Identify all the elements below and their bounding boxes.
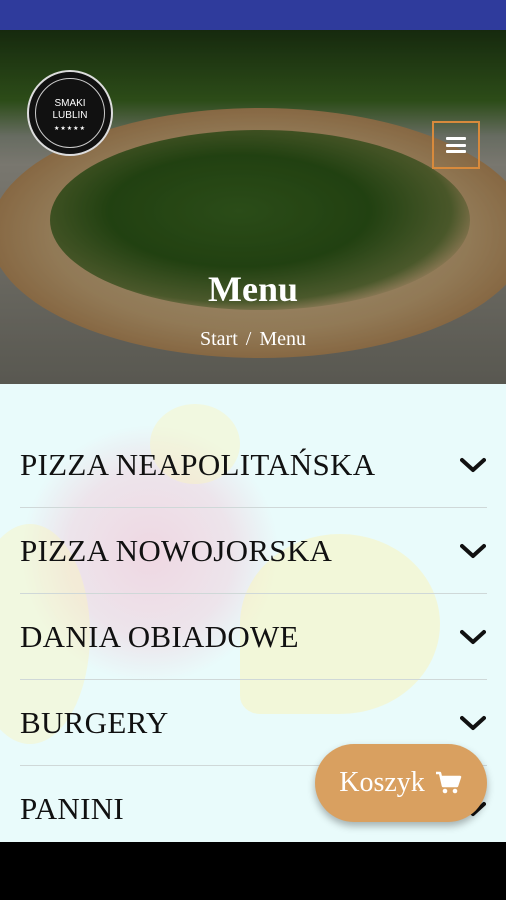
logo-line2: LUBLIN: [52, 110, 88, 121]
hero-banner: SMAKI LUBLIN ★★★★★ Menu Start / Menu: [0, 30, 506, 384]
logo-line1: SMAKI: [54, 98, 86, 109]
menu-category-label: PIZZA NOWOJORSKA: [20, 532, 333, 568]
status-bar: [0, 0, 506, 30]
system-navigation-bar: [0, 842, 506, 900]
logo-stars: ★★★★★: [54, 126, 86, 132]
hamburger-icon: [446, 137, 466, 153]
cart-label: Koszyk: [339, 767, 425, 798]
menu-category-label: PANINI: [20, 791, 125, 826]
chevron-down-icon: [459, 713, 487, 733]
breadcrumb-home-link[interactable]: Start: [200, 328, 238, 350]
menu-category-dania-obiadowe[interactable]: DANIA OBIADOWE: [20, 594, 487, 680]
menu-category-label: BURGERY: [20, 704, 169, 740]
cart-button[interactable]: Koszyk: [315, 744, 487, 822]
menu-category-pizza-nowojorska[interactable]: PIZZA NOWOJORSKA: [20, 508, 487, 594]
breadcrumb-current: Menu: [259, 328, 306, 350]
menu-category-pizza-neapolitanska[interactable]: PIZZA NEAPOLITAŃSKA: [20, 422, 487, 508]
menu-category-label: DANIA OBIADOWE: [20, 618, 299, 654]
breadcrumb-separator: /: [245, 328, 252, 350]
menu-category-label: PIZZA NEAPOLITAŃSKA: [20, 446, 376, 482]
cart-icon: [435, 771, 463, 795]
chevron-down-icon: [459, 627, 487, 647]
logo[interactable]: SMAKI LUBLIN ★★★★★: [27, 70, 113, 156]
breadcrumb: Start / Menu: [0, 328, 506, 351]
chevron-down-icon: [459, 455, 487, 475]
hamburger-menu-button[interactable]: [432, 121, 480, 169]
chevron-down-icon: [459, 541, 487, 561]
page-title: Menu: [208, 269, 298, 309]
